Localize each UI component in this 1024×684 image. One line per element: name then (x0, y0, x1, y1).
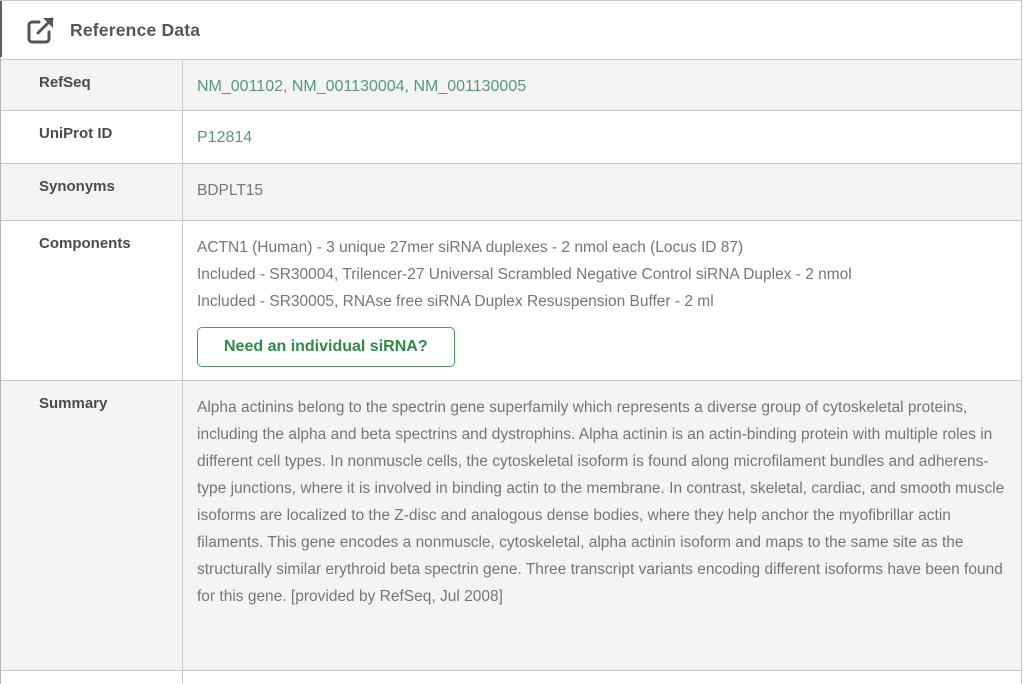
table-row-uniprot: UniProt ID P12814 (1, 110, 1021, 163)
uniprot-link[interactable]: P12814 (197, 129, 252, 146)
external-link-icon[interactable] (25, 14, 57, 46)
summary-label-cell: Summary (1, 381, 183, 670)
reference-data-panel: Reference Data RefSeq NM_001102, NM_0011… (0, 0, 1022, 684)
synonyms-value: BDPLT15 (197, 182, 263, 199)
uniprot-value-cell: P12814 (183, 111, 1021, 163)
components-value-cell: ACTN1 (Human) - 3 unique 27mer siRNA dup… (183, 221, 1021, 380)
synonyms-value-cell: BDPLT15 (183, 164, 1021, 220)
partial-value-cell (183, 671, 1021, 683)
window-edge (0, 1, 2, 57)
refseq-links[interactable]: NM_001102, NM_001130004, NM_001130005 (197, 78, 526, 95)
table-row-partial (1, 670, 1021, 683)
table-row-components: Components ACTN1 (Human) - 3 unique 27me… (1, 220, 1021, 380)
components-line: Included - SR30005, RNAse free siRNA Dup… (197, 288, 1007, 315)
summary-text: Alpha actinins belong to the spectrin ge… (197, 394, 1007, 610)
row-label: Summary (39, 395, 107, 412)
refseq-label-cell: RefSeq (1, 60, 183, 110)
row-label: Synonyms (39, 178, 115, 195)
row-label: Components (39, 235, 131, 252)
components-line: Included - SR30004, Trilencer-27 Univers… (197, 261, 1007, 288)
uniprot-label-cell: UniProt ID (1, 111, 183, 163)
summary-value-cell: Alpha actinins belong to the spectrin ge… (183, 381, 1021, 670)
components-label-cell: Components (1, 221, 183, 380)
need-individual-sirna-button[interactable]: Need an individual siRNA? (197, 327, 455, 367)
row-label: RefSeq (39, 74, 91, 91)
row-label: UniProt ID (39, 125, 112, 142)
panel-header: Reference Data (1, 1, 1021, 59)
synonyms-label-cell: Synonyms (1, 164, 183, 220)
panel-title: Reference Data (70, 20, 200, 41)
components-line: ACTN1 (Human) - 3 unique 27mer siRNA dup… (197, 234, 1007, 261)
partial-label-cell (1, 671, 183, 683)
table-row-summary: Summary Alpha actinins belong to the spe… (1, 380, 1021, 670)
table-row-synonyms: Synonyms BDPLT15 (1, 163, 1021, 220)
table-row-refseq: RefSeq NM_001102, NM_001130004, NM_00113… (1, 59, 1021, 110)
refseq-value-cell: NM_001102, NM_001130004, NM_001130005 (183, 60, 1021, 110)
